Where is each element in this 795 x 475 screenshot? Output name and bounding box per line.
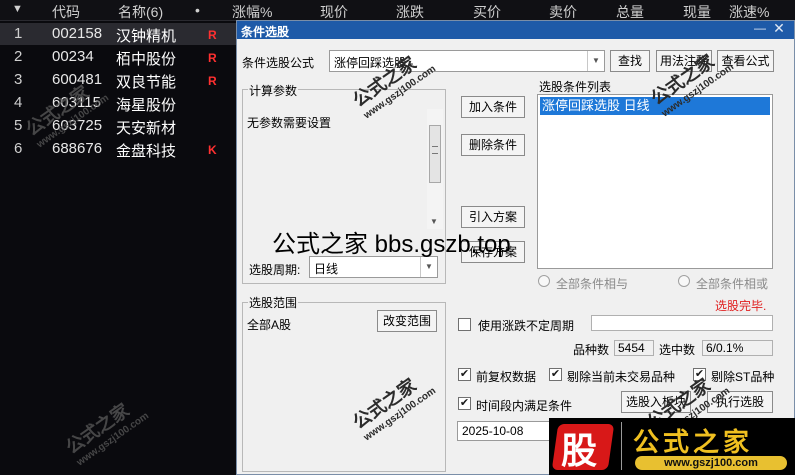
- close-icon[interactable]: ✕: [771, 20, 787, 36]
- range-value: 全部A股: [247, 318, 292, 332]
- range-title: 选股范围: [248, 294, 299, 311]
- table-row[interactable]: 1 002158 汉钟精机 R: [0, 23, 240, 45]
- overlay-text: 公式之家 bbs.gszb.top: [272, 231, 511, 258]
- prefuquan-label: 前复权数据: [476, 370, 537, 384]
- selected-value: 6/0.1%: [702, 340, 773, 356]
- scroll-thumb[interactable]: [429, 125, 441, 183]
- row-num: 4: [14, 94, 23, 111]
- uncertain-period-input[interactable]: [591, 315, 773, 331]
- row-num: 1: [14, 25, 23, 42]
- logo-char: 股: [561, 430, 598, 472]
- row-num: 2: [14, 48, 23, 65]
- stock-flag: K: [208, 143, 217, 157]
- delete-condition-button[interactable]: 删除条件: [461, 134, 525, 156]
- radio-or-label: 全部条件相或: [696, 277, 769, 291]
- row-num: 6: [14, 140, 23, 157]
- cond-list[interactable]: 涨停回踩选股 日线: [537, 94, 773, 269]
- site-logo: 股 公式之家 www.gszj100.com: [549, 418, 795, 475]
- col-speed[interactable]: 涨速%: [729, 2, 769, 22]
- uncertain-period-checkbox[interactable]: [458, 318, 471, 331]
- stock-name: 天安新材: [116, 120, 177, 137]
- col-bid[interactable]: 买价: [473, 2, 501, 22]
- change-range-button[interactable]: 改变范围: [377, 310, 437, 332]
- time-range-label: 时间段内满足条件: [476, 399, 573, 413]
- params-title: 计算参数: [248, 82, 299, 99]
- time-range-checkbox[interactable]: ✔: [458, 397, 471, 410]
- logo-title: 公式之家: [633, 428, 754, 458]
- table-row[interactable]: 3 600481 双良节能 R: [0, 69, 240, 91]
- date-picker[interactable]: 2025-10-08: [457, 421, 557, 441]
- watermark: 公式之家 www.gszj100.com: [62, 399, 152, 469]
- find-button[interactable]: 查找: [610, 50, 650, 72]
- stock-code: 688676: [52, 140, 103, 157]
- date-value: 2025-10-08: [462, 424, 524, 438]
- col-ask[interactable]: 卖价: [549, 2, 577, 22]
- col-name[interactable]: 名称(6): [118, 2, 163, 22]
- chevron-down-icon[interactable]: ▼: [420, 257, 437, 277]
- period-label: 选股周期:: [249, 263, 301, 277]
- period-value: 日线: [314, 262, 339, 276]
- dialog-titlebar[interactable]: 条件选股 — ✕: [237, 20, 794, 39]
- formula-label: 条件选股公式: [242, 56, 315, 70]
- params-text: 无参数需要设置: [247, 116, 332, 130]
- status-text: 选股完毕.: [715, 299, 767, 313]
- minimize-icon[interactable]: —: [753, 21, 767, 37]
- radio-and-label: 全部条件相与: [556, 277, 629, 291]
- formula-select[interactable]: 涨停回踩选股 - ▼: [329, 50, 605, 72]
- col-code[interactable]: 代码: [52, 2, 80, 22]
- logo-url: www.gszj100.com: [635, 456, 787, 470]
- col-change-pct[interactable]: 涨幅%: [232, 2, 272, 22]
- radio-and[interactable]: [538, 275, 550, 287]
- cond-list-title: 选股条件列表: [539, 80, 612, 94]
- count-label: 品种数: [573, 343, 610, 357]
- col-dot[interactable]: •: [195, 2, 200, 18]
- remove-notrade-checkbox[interactable]: ✔: [549, 368, 562, 381]
- prefuquan-checkbox[interactable]: ✔: [458, 368, 471, 381]
- stock-code: 00234: [52, 48, 94, 65]
- chevron-down-icon[interactable]: ▼: [587, 51, 604, 71]
- stock-list-header: ▼ 代码 名称(6) • 涨幅% 现价 涨跌 买价 卖价 总量 现量 涨速%: [0, 0, 795, 21]
- stock-name: 双良节能: [116, 74, 177, 91]
- triangle-down-icon[interactable]: ▼: [12, 3, 23, 15]
- count-value: 5454: [614, 340, 654, 356]
- row-num: 3: [14, 71, 23, 88]
- stock-name: 栢中股份: [116, 51, 177, 68]
- period-select[interactable]: 日线 ▼: [309, 256, 438, 278]
- add-condition-button[interactable]: 加入条件: [461, 96, 525, 118]
- remove-notrade-label: 剔除当前未交易品种: [567, 370, 676, 384]
- col-cur-volume[interactable]: 现量: [683, 2, 711, 22]
- col-change[interactable]: 涨跌: [396, 2, 424, 22]
- stock-name: 金盘科技: [116, 143, 177, 160]
- stock-code: 002158: [52, 25, 103, 42]
- table-row[interactable]: 2 00234 栢中股份 R: [0, 46, 240, 68]
- radio-or[interactable]: [678, 275, 690, 287]
- col-volume[interactable]: 总量: [616, 2, 644, 22]
- dialog-title: 条件选股: [241, 25, 290, 39]
- selected-label: 选中数: [659, 343, 696, 357]
- uncertain-period-label: 使用涨跌不定周期: [478, 319, 575, 333]
- stock-flag: R: [208, 51, 217, 65]
- stock-name: 海星股份: [116, 97, 177, 114]
- col-price[interactable]: 现价: [320, 2, 348, 22]
- stock-flag: R: [208, 74, 217, 88]
- params-scrollbar[interactable]: ▼: [427, 109, 443, 229]
- stock-flag: R: [208, 28, 217, 42]
- stock-name: 汉钟精机: [116, 28, 177, 45]
